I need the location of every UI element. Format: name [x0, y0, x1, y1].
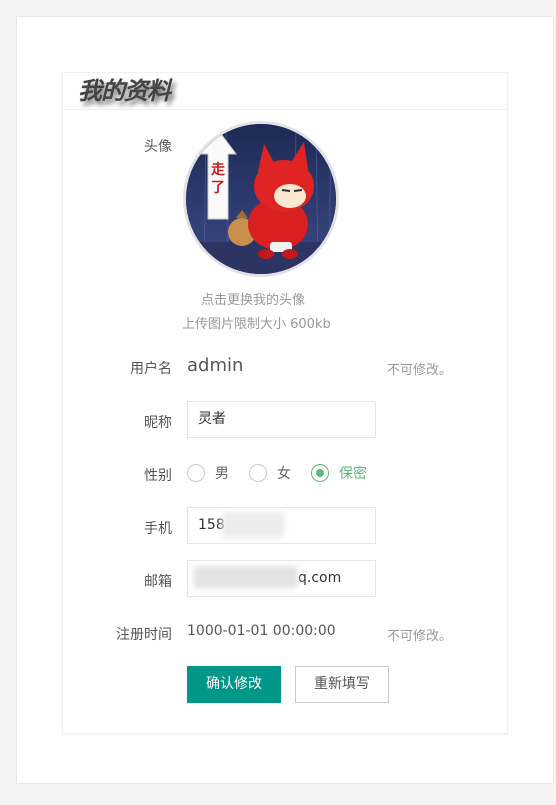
- reset-button[interactable]: 重新填写: [295, 666, 389, 703]
- phone-redaction: [222, 512, 284, 538]
- email-label: 邮箱: [144, 574, 172, 590]
- avatar-size-hint: 上传图片限制大小 600kb: [182, 317, 331, 332]
- radio-circle-icon: [187, 464, 205, 482]
- page-title: 我的资料: [78, 77, 171, 105]
- gender-option-label: 女: [277, 466, 291, 482]
- register-time-label: 注册时间: [116, 627, 172, 643]
- avatar-change-hint[interactable]: 点击更换我的头像: [201, 289, 305, 308]
- email-redaction: [194, 566, 298, 588]
- username-note: 不可修改。: [387, 363, 453, 378]
- avatar-image: 走 了: [186, 124, 336, 274]
- radio-circle-icon: [249, 464, 267, 482]
- gender-option-label: 保密: [339, 466, 367, 482]
- gender-label: 性别: [144, 468, 172, 484]
- gender-option-secret[interactable]: 保密: [311, 463, 367, 483]
- username-label: 用户名: [130, 361, 172, 377]
- svg-text:了: 了: [211, 180, 225, 196]
- gender-radio-group: 男 女 保密: [187, 462, 387, 484]
- phone-value: 158: [198, 517, 225, 533]
- title-divider: [62, 109, 508, 110]
- gender-option-label: 男: [215, 466, 229, 482]
- avatar[interactable]: 走 了: [183, 121, 339, 277]
- confirm-button[interactable]: 确认修改: [187, 666, 281, 703]
- register-time-value: 1000-01-01 00:00:00: [187, 623, 336, 639]
- nickname-label: 昵称: [144, 415, 172, 431]
- avatar-label: 头像: [144, 139, 172, 155]
- email-value: q.com: [298, 570, 342, 586]
- radio-checked-icon: [311, 464, 329, 482]
- nickname-value: 灵者: [198, 411, 226, 427]
- phone-label: 手机: [144, 521, 172, 537]
- gender-option-female[interactable]: 女: [249, 463, 291, 483]
- register-time-note: 不可修改。: [387, 629, 453, 644]
- username-value: admin: [187, 355, 244, 376]
- nickname-input[interactable]: 灵者: [187, 401, 376, 438]
- gender-option-male[interactable]: 男: [187, 463, 229, 483]
- svg-text:走: 走: [211, 162, 226, 178]
